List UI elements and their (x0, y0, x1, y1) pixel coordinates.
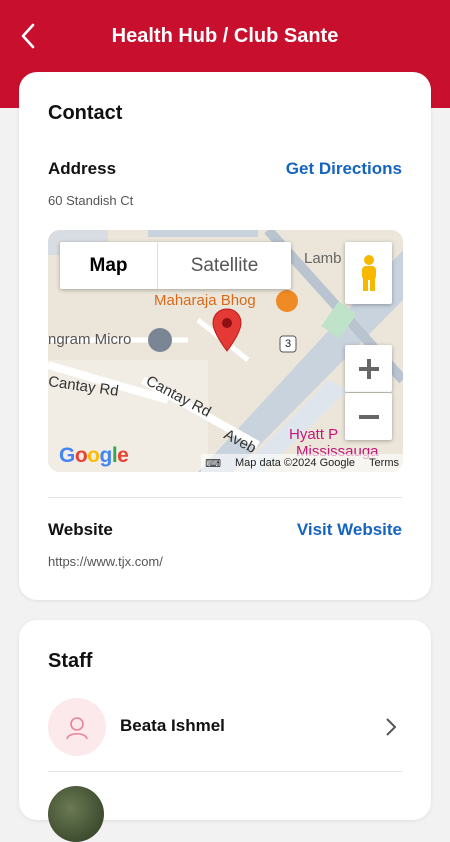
pegman-icon (361, 255, 376, 291)
divider (48, 771, 402, 772)
website-value: https://www.tjx.com/ (48, 554, 163, 569)
place-icon (148, 328, 172, 352)
street-view-control[interactable] (345, 242, 392, 304)
contact-heading: Contact (48, 102, 123, 124)
address-value: 60 Standish Ct (48, 193, 134, 208)
staff-name: Beata Ishmel (120, 716, 225, 735)
get-directions-link[interactable]: Get Directions (286, 159, 402, 179)
visit-website-link[interactable]: Visit Website (297, 520, 402, 540)
person-icon (66, 717, 88, 740)
plus-icon (358, 358, 379, 379)
minus-icon (358, 414, 379, 419)
map-data-text: Map data ©2024 Google (235, 457, 356, 469)
map-type-map[interactable]: Map (60, 242, 157, 289)
map-type-satellite[interactable]: Satellite (157, 242, 291, 289)
divider (48, 497, 402, 498)
staff-heading: Staff (48, 650, 93, 672)
google-logo: Google (59, 444, 129, 467)
map-label-hyatt: Hyatt P (289, 426, 339, 443)
terms-link[interactable]: Terms (369, 457, 399, 469)
address-label: Address (48, 159, 117, 178)
chevron-right-icon (386, 718, 397, 736)
zoom-in-button[interactable] (345, 345, 392, 392)
map-label-lamb: Lamb (304, 250, 342, 267)
map-pin-icon[interactable] (212, 308, 242, 352)
map-view[interactable]: Lamb Maharaja Bhog ngram Micro Cantay Rd… (48, 230, 403, 472)
map-attribution: ⌨ Map data ©2024 Google Terms (201, 454, 403, 472)
keyboard-icon[interactable]: ⌨ (205, 457, 221, 470)
map-type-toggle[interactable]: Map Satellite (60, 242, 291, 289)
map-label-maharaja: Maharaja Bhog (154, 292, 256, 309)
staff-row[interactable]: Beata Ishmel (48, 698, 402, 758)
avatar (48, 698, 106, 756)
zoom-out-button[interactable] (345, 393, 392, 440)
route-shield: 3 (284, 338, 292, 350)
page-title: Health Hub / Club Sante (111, 25, 339, 47)
website-label: Website (48, 520, 113, 539)
staff-card: Staff Beata Ishmel (19, 620, 431, 842)
restaurant-icon (276, 290, 298, 312)
contact-card: Contact Address Get Directions 60 Standi… (19, 72, 431, 600)
avatar-photo (48, 786, 104, 842)
map-label-ngram: ngram Micro (48, 331, 132, 348)
